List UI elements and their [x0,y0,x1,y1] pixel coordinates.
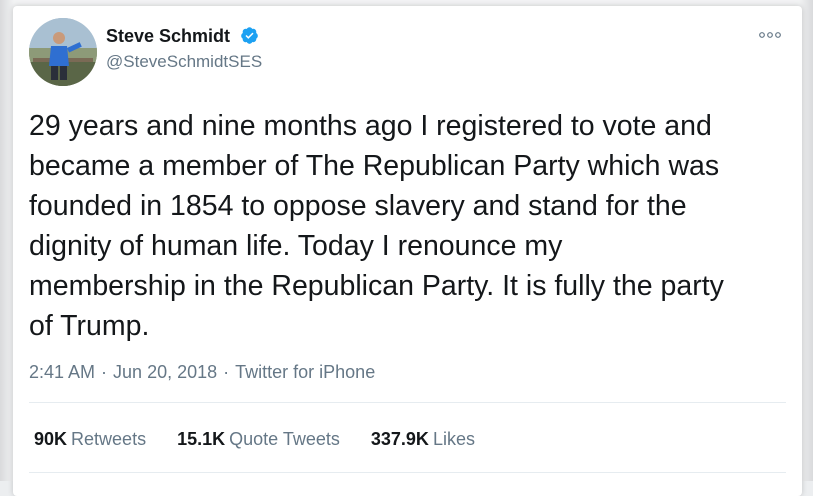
tweet-source[interactable]: Twitter for iPhone [235,362,375,382]
likes-label: Likes [432,429,475,449]
likes-count: 337.9K [370,429,429,449]
more-options-icon[interactable] [758,28,782,40]
tweet-card: Steve Schmidt @SteveSchmidtSES 29 years … [13,6,802,496]
tweet-text-line: 29 years and nine months ago I registere… [29,110,712,142]
avatar[interactable] [29,18,97,86]
retweets-count: 90K [34,429,68,449]
tweet-text-line: membership in the Republican Party. It i… [29,270,724,302]
tweet-date[interactable]: Jun 20, 2018 [113,362,217,382]
tweet-time[interactable]: 2:41 AM [29,362,95,382]
display-name-text: Steve Schmidt [106,26,231,46]
retweets-label: Retweets [71,429,147,449]
tweet-text-line: became a member of The Republican Party … [29,150,720,182]
user-handle[interactable]: @SteveSchmidtSES [106,52,262,72]
tweet-metadata: 2:41 AM · Jun 20, 2018 · Twitter for iPhone [29,362,375,383]
meta-separator: · [101,362,108,382]
tweet-text-line: of Trump. [29,310,150,342]
verified-badge-icon [240,26,259,50]
tweet-text: 29 years and nine months ago I registere… [29,106,794,346]
quote-tweets-count: 15.1K [177,429,226,449]
likes-stat[interactable]: 337.9K Likes [371,429,475,449]
tweet-text-line: founded in 1854 to oppose slavery and st… [29,190,687,222]
quote-tweets-label: Quote Tweets [229,429,340,449]
tweet-text-line: dignity of human life. Today I renounce … [29,230,563,262]
display-name[interactable]: Steve Schmidt [106,26,259,50]
divider [29,472,786,473]
divider [29,402,786,403]
avatar-photo-icon [29,18,97,86]
meta-separator: · [223,362,230,382]
quote-tweets-stat[interactable]: 15.1K Quote Tweets [177,429,340,449]
retweets-stat[interactable]: 90K Retweets [34,429,146,449]
engagement-stats: 90K Retweets 15.1K Quote Tweets 337.9K Like… [34,429,501,450]
